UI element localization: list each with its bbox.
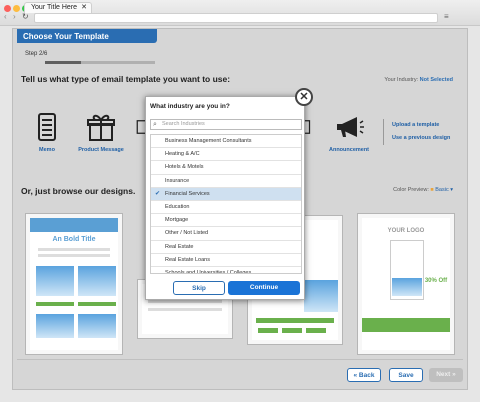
- industry-label: Your Industry:: [384, 77, 419, 83]
- template-button: [36, 302, 74, 306]
- template-button: [258, 328, 278, 333]
- industry-list-item-label: Financial Services: [165, 190, 210, 197]
- industry-list-item[interactable]: Heating & A/C: [151, 148, 301, 162]
- browser-window: Your Title Here ✕ ‹ › ↻ ≡ Choose Your Te…: [0, 0, 480, 402]
- text-line: [38, 248, 110, 251]
- template-banner: [30, 218, 118, 232]
- template-bar: [256, 318, 334, 323]
- template-button: [78, 302, 116, 306]
- template-image: [36, 266, 74, 296]
- industry-value[interactable]: Not Selected: [420, 77, 453, 83]
- industry-list-item[interactable]: Other / Not Listed: [151, 227, 301, 241]
- close-window-icon[interactable]: [4, 5, 11, 12]
- template-card[interactable]: An Bold Title: [25, 213, 123, 355]
- megaphone-icon: [337, 117, 364, 137]
- industry-list-item[interactable]: Mortgage: [151, 214, 301, 228]
- industry-list[interactable]: Business Management Consultants Heating &…: [150, 134, 302, 274]
- template-question: Tell us what type of email template you …: [21, 74, 231, 84]
- gift-icon: [87, 114, 115, 141]
- text-line: [148, 300, 222, 303]
- step-label: Step 2/6: [25, 51, 48, 57]
- reload-icon[interactable]: ↻: [22, 12, 29, 21]
- address-bar[interactable]: [34, 13, 438, 23]
- checkmark-icon: ✔: [155, 190, 161, 197]
- category-product-message[interactable]: Product Message: [71, 111, 131, 153]
- tab-close-icon[interactable]: ✕: [81, 3, 87, 11]
- category-product-message-label: Product Message: [78, 147, 124, 153]
- industry-list-item-label: Real Estate Loans: [165, 256, 210, 263]
- skip-button[interactable]: Skip: [173, 281, 225, 295]
- industry-list-item-label: Other / Not Listed: [165, 230, 209, 237]
- template-card[interactable]: YOUR LOGO 30% Off: [357, 213, 455, 355]
- menu-icon[interactable]: ≡: [444, 12, 449, 21]
- industry-list-item[interactable]: Business Management Consultants: [151, 135, 301, 149]
- memo-icon: [38, 113, 56, 141]
- browser-chrome: Your Title Here ✕ ‹ › ↻ ≡: [0, 0, 480, 26]
- industry-list-item[interactable]: ✔ Financial Services: [151, 187, 301, 201]
- industry-search-input[interactable]: ⌕ Search Industries: [150, 119, 302, 130]
- category-memo-label: Memo: [39, 147, 55, 153]
- industry-list-item-label: Schools and Universities / Colleges: [165, 269, 252, 274]
- tab-title: Your Title Here: [31, 4, 78, 11]
- industry-list-item[interactable]: Education: [151, 201, 301, 215]
- industry-list-item[interactable]: Real Estate: [151, 241, 301, 254]
- color-preview[interactable]: Color Preview: ■ Basic ▾: [393, 187, 453, 193]
- template-image: [78, 266, 116, 296]
- template-image: [78, 314, 116, 338]
- industry-list-item[interactable]: Real Estate Loans: [151, 254, 301, 267]
- template-preview: YOUR LOGO 30% Off: [362, 218, 450, 350]
- modal-title: What industry are you in?: [150, 103, 230, 110]
- industry-list-item-label: Real Estate: [165, 243, 194, 250]
- color-preview-label: Color Preview:: [393, 187, 429, 193]
- category-announcement[interactable]: Announcement: [319, 111, 379, 153]
- industry-list-item[interactable]: Hotels & Motels: [151, 161, 301, 175]
- browser-tab[interactable]: Your Title Here ✕: [24, 2, 92, 13]
- industry-list-item-label: Mortgage: [165, 217, 189, 224]
- color-preview-swatch-icon: ■: [430, 187, 434, 193]
- save-button[interactable]: Save: [389, 368, 423, 382]
- industry-list-item-label: Hotels & Motels: [165, 164, 204, 171]
- industry-status: Your Industry: Not Selected: [384, 77, 453, 83]
- industry-list-item-label: Insurance: [165, 177, 190, 184]
- template-image: [392, 278, 422, 296]
- industry-list-item-label: Business Management Consultants: [165, 138, 252, 144]
- chevron-down-icon: ▾: [450, 187, 453, 193]
- text-line: [148, 308, 222, 311]
- minimize-window-icon[interactable]: [13, 5, 20, 12]
- step-progress-fill: [45, 61, 82, 64]
- industry-list-item[interactable]: Insurance: [151, 175, 301, 188]
- template-links: Upload a template Use a previous design: [383, 119, 450, 145]
- previous-design-link[interactable]: Use a previous design: [392, 132, 450, 145]
- industry-list-item-label: Education: [165, 203, 190, 210]
- industry-list-item-label: Heating & A/C: [165, 151, 200, 158]
- next-button[interactable]: Next »: [429, 368, 463, 382]
- wizard-header: Choose Your Template: [17, 29, 157, 43]
- back-button[interactable]: « Back: [347, 368, 381, 382]
- template-title: An Bold Title: [52, 236, 96, 243]
- color-preview-value: Basic: [435, 187, 449, 193]
- upload-template-link[interactable]: Upload a template: [392, 119, 450, 132]
- template-image: [36, 314, 74, 338]
- template-footer-bar: [362, 318, 450, 332]
- forward-arrow-icon[interactable]: ›: [13, 12, 16, 21]
- category-memo[interactable]: Memo: [17, 111, 77, 153]
- back-arrow-icon[interactable]: ‹: [4, 12, 7, 21]
- step-progress: [45, 61, 155, 64]
- wizard-footer: « Back Save Next »: [17, 359, 463, 387]
- template-button: [282, 328, 302, 333]
- industry-list-item[interactable]: Schools and Universities / Colleges: [151, 267, 301, 274]
- close-icon[interactable]: ✕: [295, 88, 313, 106]
- template-promo: 30% Off: [424, 278, 448, 284]
- search-icon: ⌕: [153, 121, 157, 128]
- template-logo: YOUR LOGO: [387, 228, 425, 234]
- continue-button[interactable]: Continue: [228, 281, 300, 295]
- template-preview: An Bold Title: [30, 218, 118, 350]
- text-line: [38, 254, 110, 257]
- template-image: [304, 280, 338, 312]
- search-placeholder: Search Industries: [162, 121, 205, 127]
- industry-modal: What industry are you in? ✕ ⌕ Search Ind…: [145, 88, 313, 300]
- category-announcement-label: Announcement: [328, 147, 370, 153]
- template-button: [306, 328, 326, 333]
- browse-title: Or, just browse our designs.: [21, 186, 136, 196]
